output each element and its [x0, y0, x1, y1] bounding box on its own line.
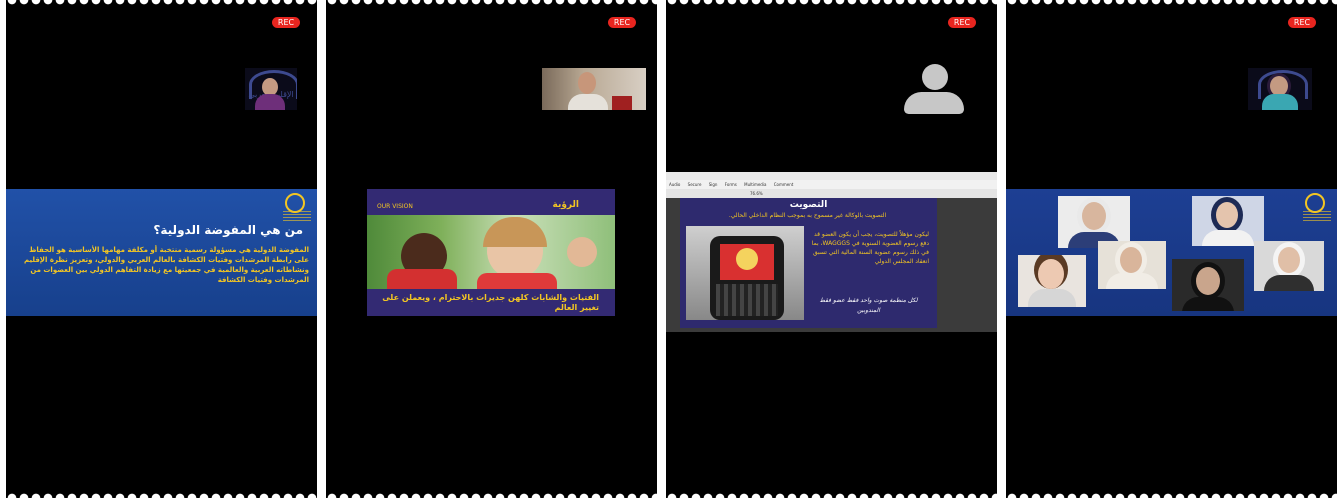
zoom-level[interactable]: 76.6%	[750, 191, 763, 196]
slide-logo-text	[1303, 211, 1331, 223]
panel-edge-bottom	[1006, 492, 1337, 498]
viewer-navbar: 76.6%	[666, 189, 997, 198]
portrait-photo	[1018, 255, 1086, 307]
photo-child-far	[567, 237, 597, 267]
viewer-toolbar: Audio Secure Sign Forms Multimedia Comme…	[666, 180, 997, 189]
portrait-photo	[1172, 259, 1244, 311]
slide-title: الرؤية	[552, 200, 580, 210]
slide-logo-icon	[1305, 193, 1325, 213]
panel-edge-bottom	[666, 492, 997, 498]
rec-badge: REC	[1288, 17, 1316, 28]
panel-edge-top	[1006, 0, 1337, 6]
participant-head	[1270, 76, 1288, 96]
participant-head	[578, 72, 596, 94]
slide-body: ليكون مؤهلاً للتصويت، يجب أن يكون العضو …	[811, 231, 929, 265]
slide-photo	[367, 215, 615, 289]
panel-edge-top	[666, 0, 997, 6]
participant-video[interactable]: الإقليم العربي	[245, 68, 297, 110]
toolbar-multimedia[interactable]: Multimedia	[744, 182, 766, 187]
panel-edge-top	[326, 0, 657, 6]
slide-footnote: لكل منظمة صوت واحد فقط عضو فقط المندوبين	[819, 297, 918, 314]
shared-slide: من هي المفوضة الدولية؟ المفوضة الدولية ه…	[6, 189, 317, 316]
photo-shirt-right	[477, 273, 557, 289]
slide-logo-text	[283, 211, 311, 221]
person-icon	[904, 64, 964, 114]
slide-label-en: OUR VISION	[377, 203, 413, 210]
video-panel-4: REC	[1006, 0, 1337, 498]
video-panel-2: REC OUR VISION الرؤية الفتيات والشابات ك…	[326, 0, 657, 498]
slide-photo-phone	[686, 226, 804, 320]
rec-badge: REC	[608, 17, 636, 28]
toolbar-audio[interactable]: Audio	[669, 182, 680, 187]
photo-shirt-left	[387, 269, 457, 289]
slide-title: التصويت	[789, 200, 828, 210]
rec-badge: REC	[948, 17, 976, 28]
toolbar-comment[interactable]: Comment	[774, 182, 794, 187]
toolbar-sign[interactable]: Sign	[709, 182, 718, 187]
toolbar-forms[interactable]: Forms	[725, 182, 737, 187]
participant-body	[1262, 94, 1298, 110]
shared-slide: التصويت التصويت بالوكالة غير مسموح به بم…	[680, 198, 937, 328]
portrait-photo	[1254, 241, 1324, 291]
participant-body	[255, 94, 285, 110]
slide-subtitle: التصويت بالوكالة غير مسموح به بموجب النظ…	[728, 212, 887, 219]
toolbar-secure[interactable]: Secure	[688, 182, 702, 187]
slide-heading: من هي المفوضة الدولية؟	[153, 223, 303, 237]
background-object	[612, 96, 632, 110]
shared-slide: OUR VISION الرؤية الفتيات والشابات كلهن …	[367, 189, 615, 316]
participant-video[interactable]	[542, 68, 646, 110]
photo-hair-right	[483, 217, 547, 247]
viewer-menubar	[666, 172, 997, 180]
slide-logo-icon	[285, 193, 305, 213]
rec-badge: REC	[272, 17, 300, 28]
participant-body	[568, 94, 608, 110]
participant-video[interactable]	[1248, 68, 1312, 110]
shared-slide	[1006, 189, 1337, 316]
portrait-photo	[1192, 196, 1264, 246]
panel-edge-bottom	[326, 492, 657, 498]
slide-body: المفوضة الدولية هي مسؤولة رسمية منتخبة أ…	[23, 246, 309, 284]
video-panel-1: REC الإقليم العربي من هي المفوضة الدولية…	[6, 0, 317, 498]
portrait-photo	[1098, 241, 1166, 289]
slide-caption: الفتيات والشابات كلهن جديرات بالاحترام ،…	[382, 293, 599, 312]
panel-edge-bottom	[6, 492, 317, 498]
video-panel-3: REC Audio Secure Sign Forms Multimedia C…	[666, 0, 997, 498]
pdf-viewer: Audio Secure Sign Forms Multimedia Comme…	[666, 172, 997, 332]
panel-edge-top	[6, 0, 317, 6]
